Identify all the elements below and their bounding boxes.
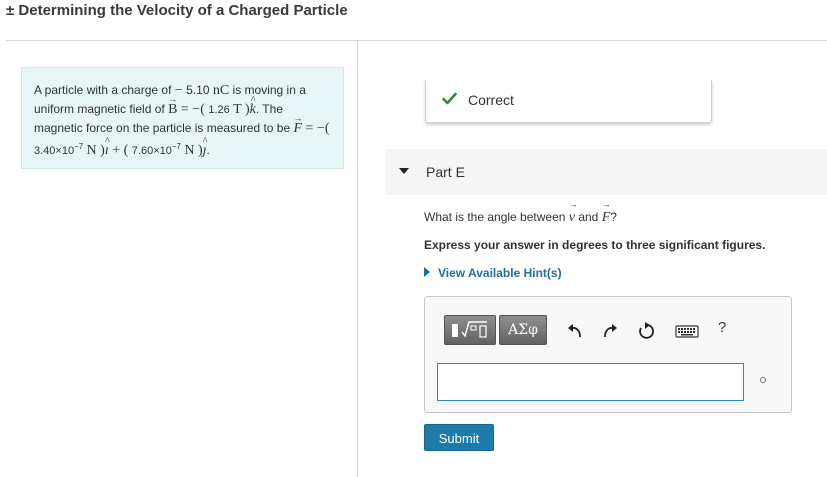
f2-mantissa: 7.60×10 xyxy=(131,145,172,157)
f2-exponent: −7 xyxy=(171,142,181,151)
answer-input[interactable] xyxy=(437,363,744,401)
previous-part-status: Correct xyxy=(425,80,712,123)
b-close: ) xyxy=(241,102,250,117)
keyboard-icon[interactable] xyxy=(675,321,699,341)
hint-label[interactable]: View Available Hint(s) xyxy=(438,266,562,280)
correct-label: Correct xyxy=(468,92,514,108)
question-part: and xyxy=(574,210,602,224)
greek-symbols-button[interactable]: ΑΣφ xyxy=(499,315,547,345)
plus-minus-icon: ± xyxy=(6,2,15,19)
f1-unit: N xyxy=(86,143,97,158)
question-part: What is the angle between xyxy=(424,210,569,224)
charge-unit: nC xyxy=(212,83,230,98)
question-part: ? xyxy=(610,210,617,224)
part-label: Part E xyxy=(426,164,465,180)
page-title-text: Determining the Velocity of a Charged Pa… xyxy=(18,2,348,19)
charge-value: 5.10 xyxy=(186,83,210,97)
b-value: 1.26 xyxy=(208,104,230,116)
submit-button[interactable]: Submit xyxy=(424,424,494,451)
help-button[interactable]: ? xyxy=(718,319,726,336)
problem-statement: A particle with a charge of − 5.10 nC is… xyxy=(21,67,344,169)
intro-text: A particle with a charge of xyxy=(34,83,175,97)
title-divider xyxy=(6,40,827,41)
b-vector-symbol: B xyxy=(168,90,178,119)
degree-circle-icon xyxy=(760,377,766,383)
answer-editor: ΑΣφ ? xyxy=(424,296,792,413)
f-vector-symbol: F xyxy=(293,109,302,138)
f2-unit: N xyxy=(184,143,195,158)
check-icon xyxy=(442,92,457,105)
f1-exponent: −7 xyxy=(74,142,84,151)
view-hints-link[interactable]: View Available Hint(s) xyxy=(424,266,562,280)
f-vector-symbol: F xyxy=(602,199,611,226)
i-hat-symbol: ı xyxy=(105,133,109,160)
f2-close: ) xyxy=(194,143,203,158)
question-text: What is the angle between v and F? xyxy=(424,199,617,226)
collapse-triangle-icon[interactable] xyxy=(399,168,409,174)
b-equals: = −( xyxy=(177,102,209,117)
plus-sign: + ( xyxy=(108,143,132,158)
expand-triangle-icon xyxy=(424,267,430,277)
page-title: ± Determining the Velocity of a Charged … xyxy=(6,2,348,19)
intro-period: . xyxy=(206,143,210,157)
redo-icon[interactable] xyxy=(600,321,620,341)
column-divider xyxy=(357,40,358,477)
k-hat-symbol: k xyxy=(250,92,256,119)
template-icon xyxy=(452,321,487,338)
v-vector-symbol: v xyxy=(569,199,575,226)
undo-icon[interactable] xyxy=(565,321,585,341)
f-equals: = −( xyxy=(302,121,330,136)
template-button[interactable] xyxy=(444,315,496,345)
part-e-header[interactable]: Part E xyxy=(385,149,827,195)
answer-instruction: Express your answer in degrees to three … xyxy=(424,238,766,252)
reset-icon[interactable] xyxy=(636,321,656,341)
f1-close: ) xyxy=(96,143,105,158)
j-hat-symbol: ȷ xyxy=(203,133,207,160)
f1-mantissa: 3.40×10 xyxy=(34,145,75,157)
